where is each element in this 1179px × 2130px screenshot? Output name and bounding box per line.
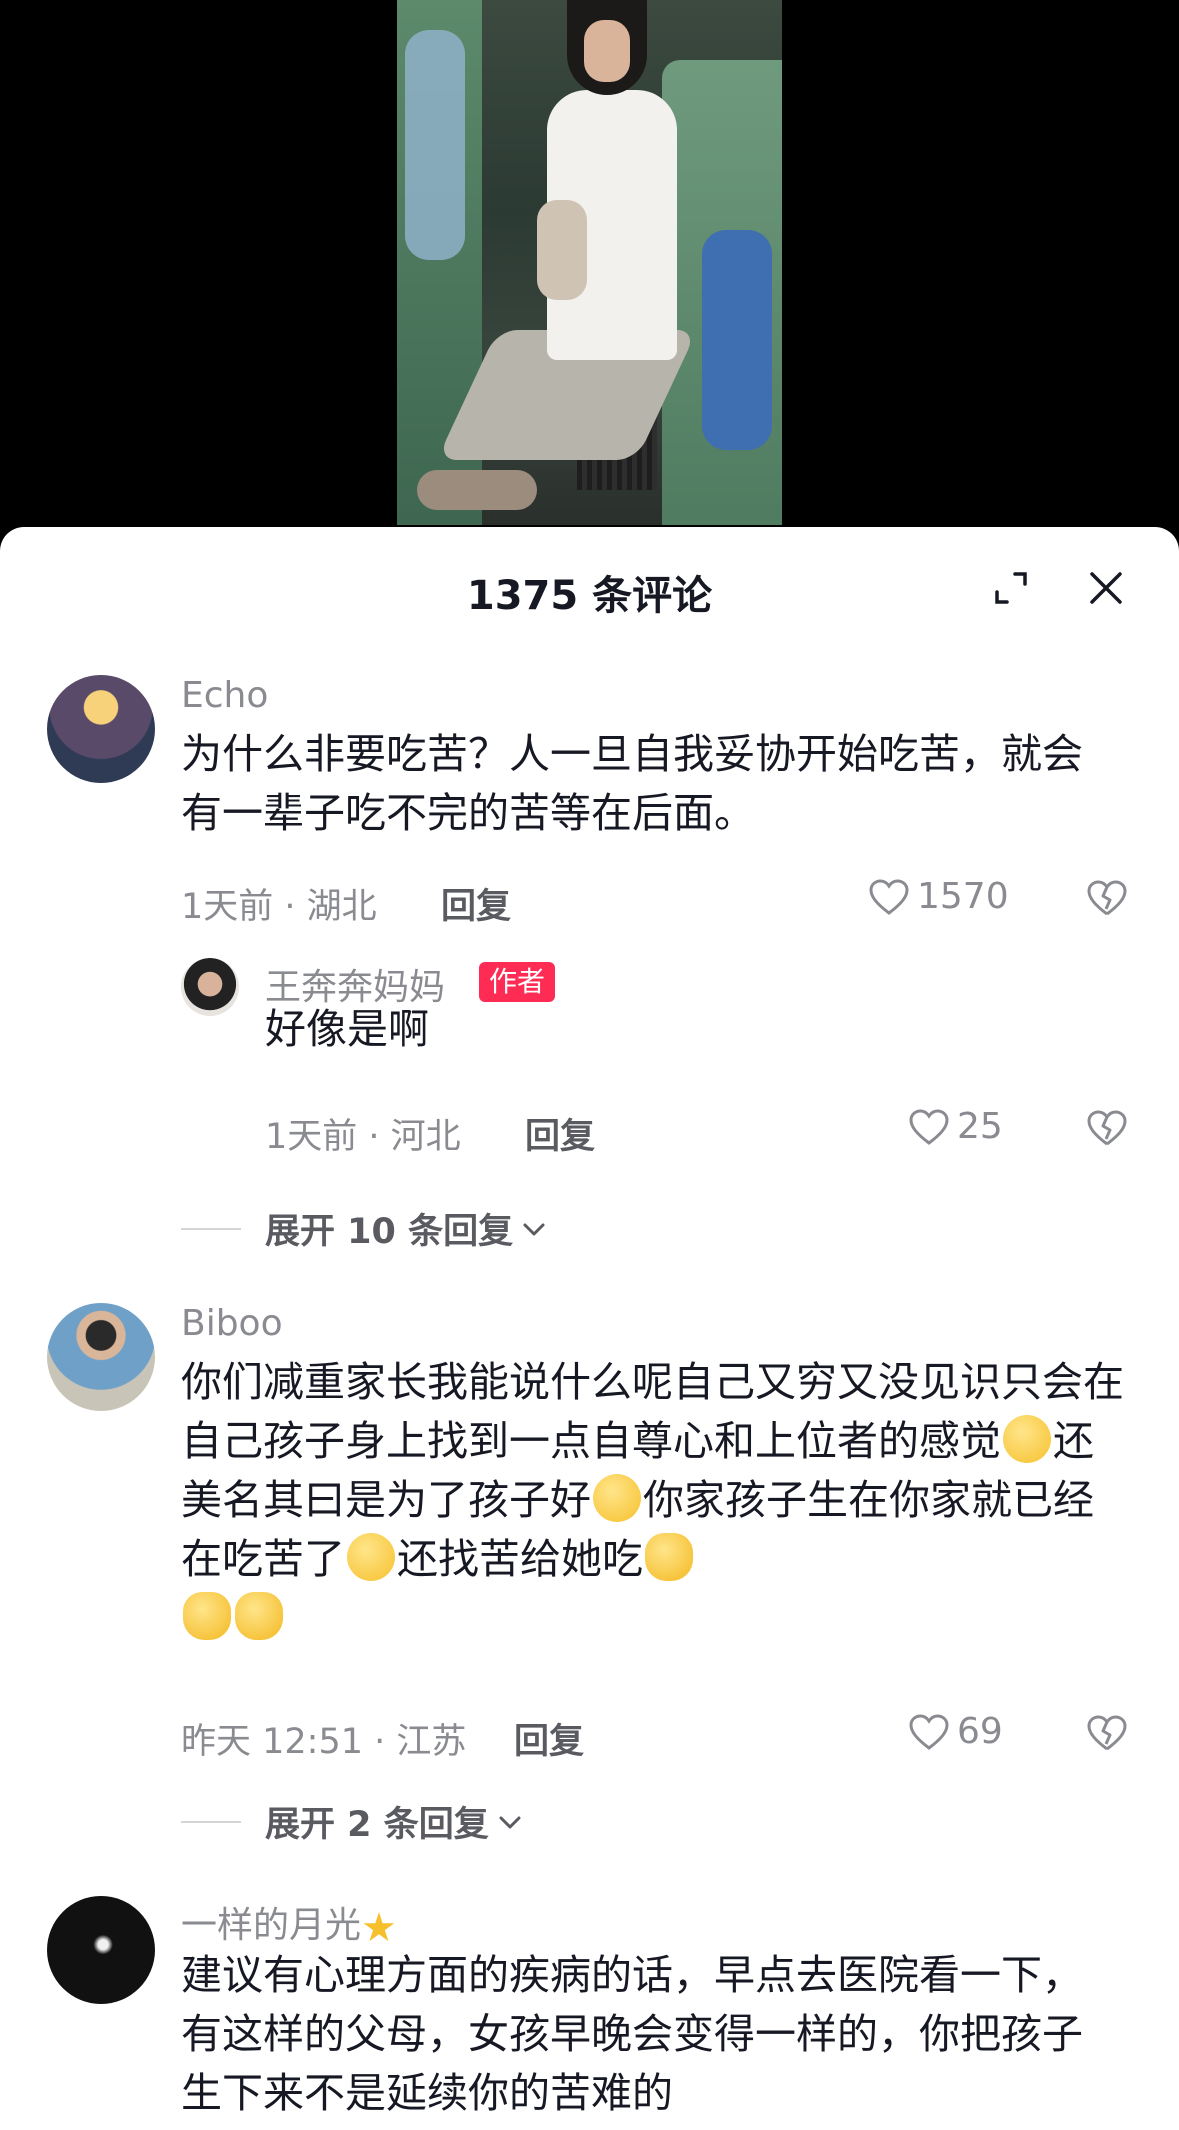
username-text: 一样的月光: [181, 1905, 362, 1946]
avatar[interactable]: [47, 1896, 155, 2004]
kissing-face-icon: [593, 1474, 641, 1522]
avatar[interactable]: [181, 958, 239, 1016]
reply-button[interactable]: 回复: [441, 878, 511, 929]
video-player[interactable]: [0, 0, 1179, 560]
girl-face: [584, 20, 630, 82]
broken-heart-icon: [1087, 880, 1127, 916]
expand-replies-button[interactable]: 展开 2 条回复: [181, 1796, 525, 1847]
clapping-hands-icon: [645, 1533, 693, 1581]
like-count: 1570: [917, 876, 1009, 917]
reply-text: 好像是啊: [265, 1005, 429, 1053]
heart-icon: [909, 1713, 949, 1750]
bag: [537, 200, 587, 300]
expand-replies-label: 展开 10 条回复: [265, 1212, 514, 1252]
clapping-hands-icon: [235, 1592, 283, 1640]
expand-replies-label: 展开 2 条回复: [265, 1805, 489, 1845]
comment-username[interactable]: 一样的月光★: [181, 1896, 397, 1951]
star-icon: ★: [361, 1905, 397, 1951]
expand-button[interactable]: [986, 563, 1036, 613]
expand-icon: [995, 572, 1027, 604]
clapping-hands-icon: [183, 1592, 231, 1640]
comment-text: 建议有心理方面的疾病的话，早点去医院看一下，有这样的父母，女孩早晚会变得一样的，…: [181, 1951, 1083, 2117]
broken-heart-icon: [1087, 1110, 1127, 1146]
dislike-button[interactable]: [1085, 1713, 1129, 1757]
like-count: 25: [957, 1106, 1003, 1147]
comment-text-part: 还找苦给她吃: [397, 1535, 643, 1583]
kissing-face-icon: [347, 1533, 395, 1581]
video-frame: [397, 0, 782, 525]
like-button[interactable]: 69: [907, 1711, 1003, 1752]
passenger: [405, 30, 465, 260]
avatar[interactable]: [47, 1303, 155, 1411]
divider: [181, 1227, 241, 1230]
close-icon: [1090, 572, 1122, 604]
comment-meta: 1天前 · 湖北: [181, 887, 377, 927]
chevron-down-icon: [523, 1223, 545, 1235]
comment-sheet: 1375 条评论 Echo 为什么非要吃苦？人一旦自我妥协开始吃苦，就会有一辈子…: [0, 527, 1179, 2130]
author-badge: 作者: [479, 962, 556, 1002]
comment-meta: 昨天 12:51 · 江苏: [181, 1722, 467, 1762]
heart-icon: [869, 878, 909, 915]
avatar[interactable]: [47, 675, 155, 783]
like-button[interactable]: 1570: [867, 876, 1009, 917]
kissing-face-icon: [1003, 1415, 1051, 1463]
like-count: 69: [957, 1711, 1003, 1752]
comment-username[interactable]: Biboo: [181, 1303, 283, 1344]
divider: [181, 1820, 241, 1823]
comment-text-part: 你们减重家长我能说什么呢自己又穷又没见识只会在自己孩子身上找到一点自尊心和上位者…: [181, 1358, 1124, 1465]
shoes: [417, 470, 537, 510]
dislike-button[interactable]: [1085, 1108, 1129, 1152]
sheet-header: 1375 条评论: [0, 527, 1179, 647]
chevron-down-icon: [499, 1816, 521, 1828]
comment-username[interactable]: Echo: [181, 675, 268, 716]
comment-text: 为什么非要吃苦？人一旦自我妥协开始吃苦，就会有一辈子吃不完的苦等在后面。: [181, 730, 1083, 837]
reply-button[interactable]: 回复: [514, 1713, 584, 1764]
close-button[interactable]: [1081, 563, 1131, 613]
heart-icon: [909, 1108, 949, 1145]
comment-text: 你们减重家长我能说什么呢自己又穷又没见识只会在自己孩子身上找到一点自尊心和上位者…: [181, 1353, 1131, 1648]
broken-heart-icon: [1087, 1715, 1127, 1751]
like-button[interactable]: 25: [907, 1106, 1003, 1147]
reply-meta: 1天前 · 河北: [265, 1117, 461, 1157]
reply-button[interactable]: 回复: [525, 1108, 595, 1159]
expand-replies-button[interactable]: 展开 10 条回复: [181, 1203, 549, 1254]
dislike-button[interactable]: [1085, 878, 1129, 922]
passenger: [702, 230, 772, 450]
